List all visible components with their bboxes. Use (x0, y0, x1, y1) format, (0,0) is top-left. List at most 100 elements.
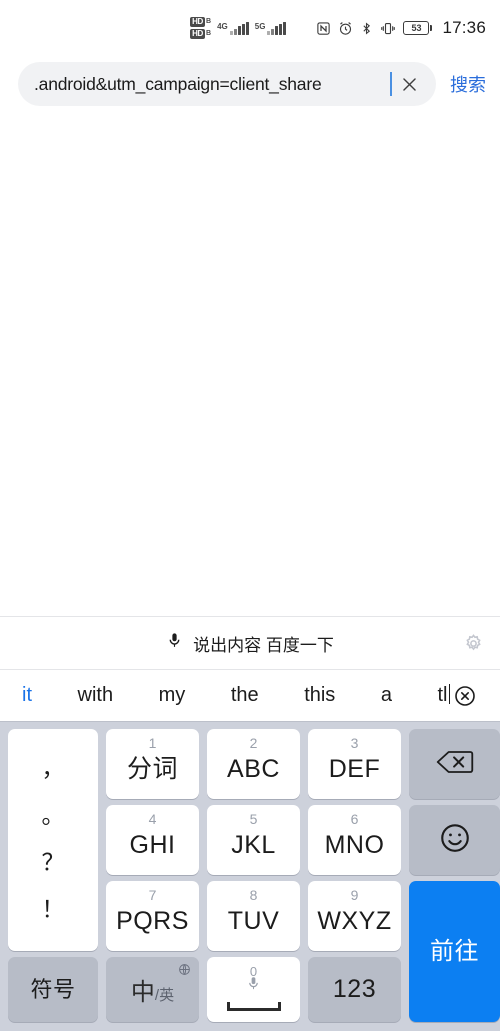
key-emoji[interactable] (409, 805, 500, 875)
hd-badge-sub-1: B (206, 18, 212, 25)
bluetooth-icon (360, 21, 373, 36)
text-cursor (390, 72, 392, 96)
key-8-label: TUV (227, 906, 280, 935)
key-language-label: 中 / 英 (131, 972, 174, 1007)
key-cell-7: 7 PQRS (102, 878, 203, 954)
backspace-key-cell (405, 726, 500, 802)
suggestion-item-6[interactable]: tl (438, 684, 450, 707)
keyboard-key-grid: ， 。 ？ ！ 1 分词 2 ABC 3 DEF 4 GHI 5 JKL 6 M… (0, 722, 500, 1031)
key-6-number: 6 (350, 811, 359, 827)
key-9-label: WXYZ (317, 906, 392, 935)
key-7-label: PQRS (116, 906, 189, 935)
key-4-label: GHI (129, 830, 176, 859)
search-submit-button[interactable]: 搜索 (450, 71, 486, 97)
punctuation-key-cell: ， 。 ？ ！ (4, 726, 102, 954)
suggestion-item-0[interactable]: it (22, 684, 32, 707)
key-3-def[interactable]: 3 DEF (308, 729, 401, 799)
suggestion-item-5[interactable]: a (381, 684, 392, 707)
status-bar-network-group: HD B HD B 4G 5G (190, 17, 287, 39)
language-key-cell: 中 / 英 (102, 954, 203, 1025)
status-bar-right: 53 17:36 (316, 18, 486, 38)
suggestion-caret (448, 684, 450, 704)
voice-hint-group[interactable]: 说出内容 百度一下 (166, 630, 334, 656)
suggestion-item-2[interactable]: my (159, 684, 186, 707)
emoji-key-cell (405, 802, 500, 878)
key-cell-2: 2 ABC (203, 726, 304, 802)
network-type-label-sim2: 5G (254, 21, 266, 31)
backspace-icon (435, 748, 475, 781)
key-4-number: 4 (148, 811, 157, 827)
space-bar-glyph (226, 1002, 281, 1011)
key-punctuation-question: ？ (41, 849, 65, 875)
numeric-key-cell: 123 (304, 954, 405, 1025)
key-1-label: 分词 (126, 754, 178, 783)
key-8-tuv[interactable]: 8 TUV (207, 881, 300, 951)
key-9-number: 9 (350, 887, 359, 903)
microphone-icon[interactable] (166, 630, 183, 656)
voice-hint-label: 说出内容 百度一下 (193, 635, 334, 655)
status-bar-clock: 17:36 (442, 18, 486, 37)
network-type-label-sim1: 4G (217, 21, 228, 31)
keyboard-voice-bar[interactable]: 说出内容 百度一下 (0, 616, 500, 670)
suggestion-item-3[interactable]: the (231, 684, 259, 707)
hd-badge-sub-2: B (206, 30, 212, 37)
key-3-label: DEF (328, 754, 381, 783)
key-1-number: 1 (148, 735, 157, 751)
key-cell-8: 8 TUV (203, 878, 304, 954)
battery-icon: 53 (403, 21, 433, 35)
key-6-mno[interactable]: 6 MNO (308, 805, 401, 875)
key-8-number: 8 (249, 887, 258, 903)
symbols-key-cell: 符号 (4, 954, 102, 1025)
signal-bars-sim2 (267, 21, 287, 35)
key-numeric-label: 123 (332, 975, 377, 1003)
key-7-pqrs[interactable]: 7 PQRS (106, 881, 199, 951)
key-language-toggle[interactable]: 中 / 英 (106, 957, 199, 1022)
suggestion-bar: it with my the this a tl (0, 670, 500, 722)
key-punctuation-comma: ， (41, 755, 65, 781)
gear-icon[interactable] (460, 630, 486, 656)
battery-cap (430, 25, 433, 31)
globe-icon (178, 963, 191, 981)
key-punctuation[interactable]: ， 。 ？ ！ (8, 729, 98, 951)
key-5-number: 5 (249, 811, 258, 827)
key-numeric-123[interactable]: 123 (308, 957, 401, 1022)
suggestion-item-4[interactable]: this (304, 684, 335, 707)
key-backspace[interactable] (409, 729, 500, 799)
search-input[interactable]: .android&utm_campaign=client_share (18, 62, 436, 106)
keyboard: 说出内容 百度一下 it with my the this a tl ， 。 ？… (0, 616, 500, 1031)
key-language-cn: 中 (130, 979, 155, 1006)
key-5-jkl[interactable]: 5 JKL (207, 805, 300, 875)
key-space[interactable]: 0 (207, 957, 300, 1022)
key-9-wxyz[interactable]: 9 WXYZ (308, 881, 401, 951)
space-key-cell: 0 (203, 954, 304, 1025)
key-7-number: 7 (148, 887, 157, 903)
page-content-area (0, 112, 500, 616)
alarm-icon (338, 21, 353, 36)
signal-icon-sim1: 4G (217, 21, 249, 35)
key-2-label: ABC (227, 754, 280, 783)
hd-voice-icon-sim2: HD B (190, 29, 211, 39)
hd-badge-label-1: HD (190, 17, 206, 27)
clear-icon[interactable] (394, 69, 424, 99)
phone-screen: HD B HD B 4G 5G 53 17:36 .android&utm_ca… (0, 0, 500, 1031)
key-enter-go[interactable]: 前往 (409, 881, 500, 1022)
key-cell-4: 4 GHI (102, 802, 203, 878)
key-1-fenci[interactable]: 1 分词 (106, 729, 199, 799)
key-space-zero-label: 0 (249, 964, 258, 979)
suggestion-item-1[interactable]: with (78, 684, 114, 707)
hd-voice-dual-sim-group: HD B HD B (190, 17, 211, 39)
signal-icon-sim2: 5G (254, 21, 287, 35)
key-cell-6: 6 MNO (304, 802, 405, 878)
battery-percent-label: 53 (411, 22, 422, 33)
key-2-abc[interactable]: 2 ABC (207, 729, 300, 799)
key-punctuation-exclaim: ！ (41, 896, 65, 922)
key-punctuation-period: 。 (41, 802, 65, 828)
key-4-ghi[interactable]: 4 GHI (106, 805, 199, 875)
key-symbols[interactable]: 符号 (8, 957, 98, 1022)
search-input-value: .android&utm_campaign=client_share (34, 73, 322, 94)
key-symbols-label: 符号 (30, 976, 76, 1002)
emoji-smiley-icon (438, 821, 472, 860)
key-6-label: MNO (324, 830, 385, 859)
key-cell-1: 1 分词 (102, 726, 203, 802)
close-circle-icon[interactable] (450, 681, 480, 711)
